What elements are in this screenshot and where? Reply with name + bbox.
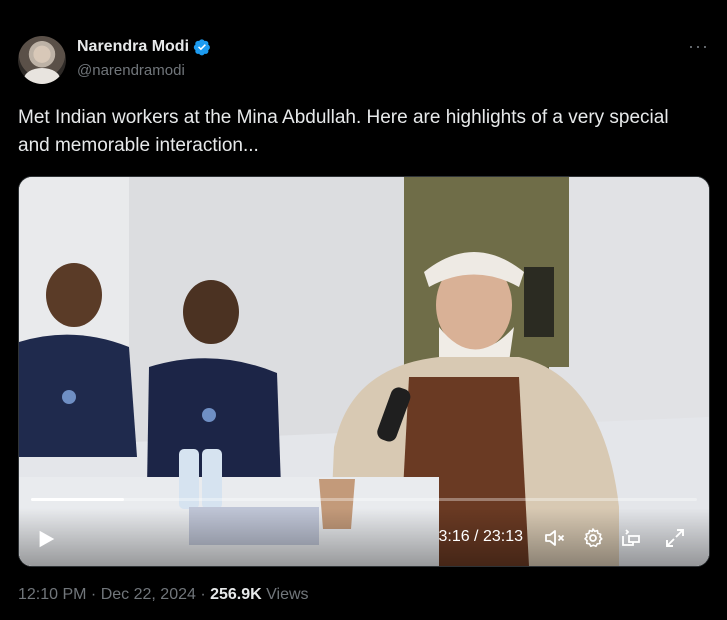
meta-separator: · (195, 586, 211, 603)
verified-badge-icon (193, 39, 210, 56)
author-row: Narendra Modi (77, 38, 211, 56)
post-text: Met Indian workers at the Mina Abdullah.… (18, 107, 669, 156)
time-separator: / (469, 528, 483, 545)
post-time[interactable]: 12:10 PM (18, 586, 86, 603)
views-count[interactable]: 256.9K (210, 586, 262, 603)
video-player[interactable]: 3:16 / 23:13 (18, 176, 710, 567)
video-controls: 3:16 / 23:13 (19, 508, 709, 566)
fullscreen-icon[interactable] (663, 526, 687, 550)
mute-icon[interactable] (543, 526, 567, 550)
video-timecode: 3:16 / 23:13 (438, 528, 523, 546)
avatar[interactable] (18, 36, 66, 84)
post-date[interactable]: Dec 22, 2024 (101, 586, 196, 603)
post-meta: 12:10 PM · Dec 22, 2024 · 256.9K Views (18, 586, 309, 604)
video-progress-fill (31, 498, 125, 501)
video-current-time: 3:16 (438, 528, 470, 545)
author-name[interactable]: Narendra Modi (77, 38, 189, 56)
more-options-icon[interactable]: ··· (688, 36, 709, 57)
video-progress-bar[interactable] (31, 498, 697, 501)
author-handle[interactable]: @narendramodi (77, 62, 185, 79)
views-label: Views (261, 586, 309, 603)
pip-icon[interactable] (619, 526, 643, 550)
video-duration: 23:13 (482, 528, 523, 545)
play-icon[interactable] (35, 528, 57, 550)
settings-icon[interactable] (581, 526, 605, 550)
meta-separator: · (86, 586, 101, 603)
